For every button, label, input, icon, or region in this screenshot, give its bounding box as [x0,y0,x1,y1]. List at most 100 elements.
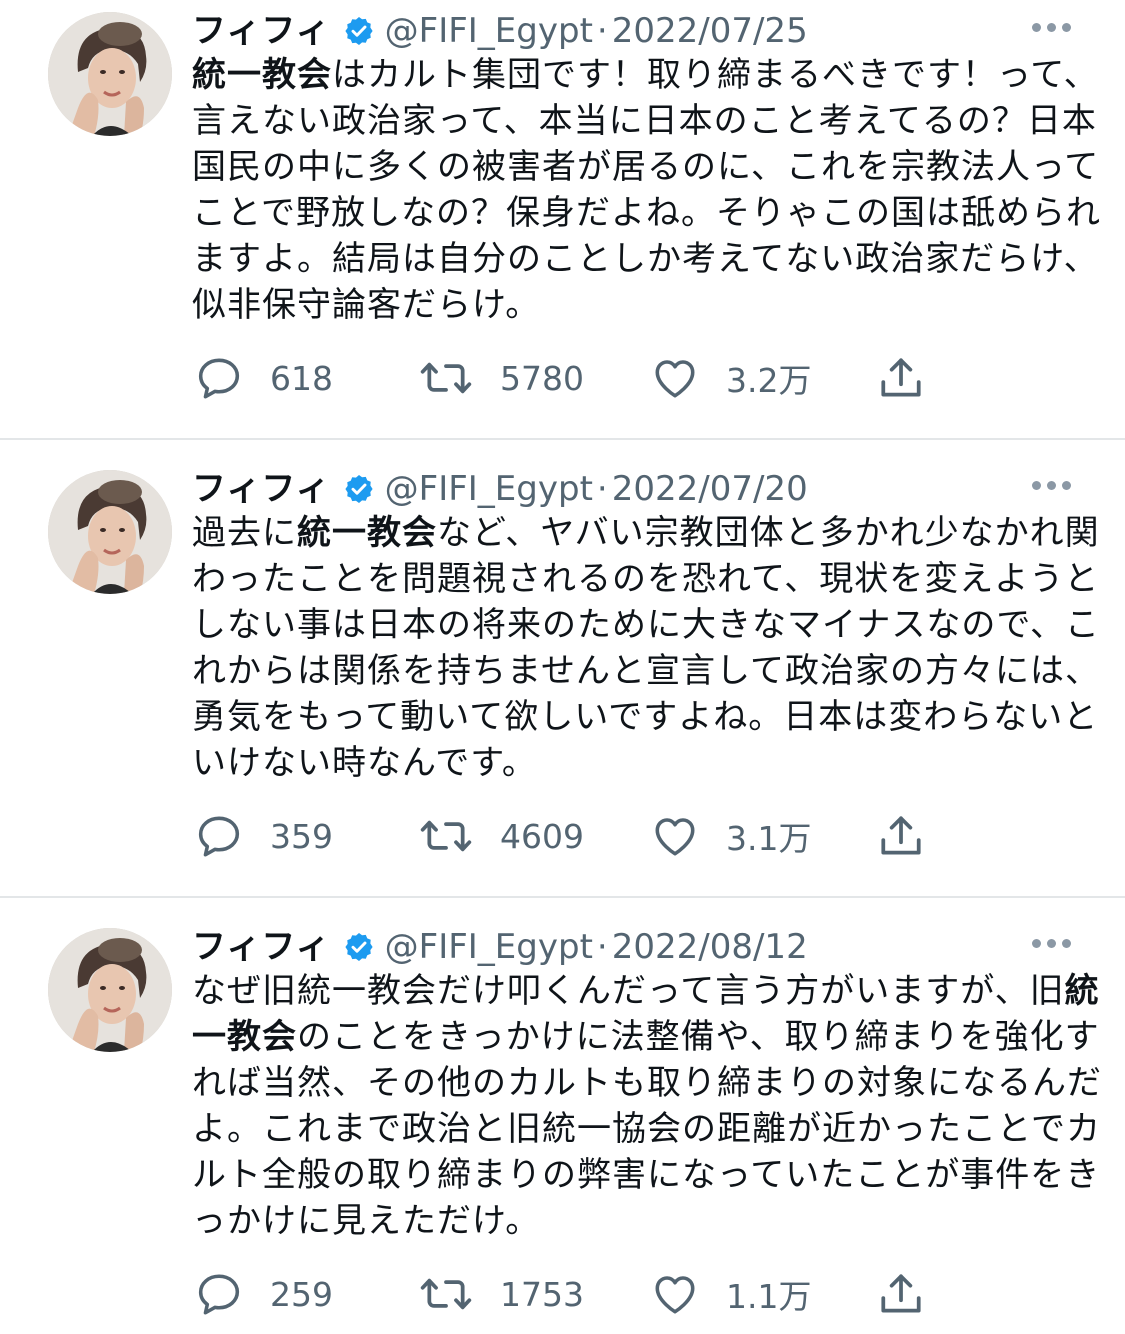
like-count: 3.2万 [726,361,812,400]
text-segment: なぜ旧統一教会だけ叩くんだって言う方がいますが、旧 [192,971,1065,1011]
tweet-divider [0,438,1125,440]
separator-dot: · [596,927,608,967]
tweet-text-line: 国民の中に多くの被害者が居るのに、これを宗教法人って [192,144,1098,190]
share-icon [876,353,926,403]
like-button[interactable]: 3.2万 [650,350,811,406]
like-icon [650,1269,700,1319]
tweet-text-line: よ。これまで政治と旧統一協会の距離が近かったことでカ [192,1106,1100,1152]
reply-count: 359 [270,816,333,856]
retweet-count: 1753 [500,1274,584,1314]
tweet-text-line: 言えない政治家って、本当に日本のこと考えてるの？日本 [192,98,1096,144]
tweet-text: 統一教会はカルト集団です！取り締まるべきです！って、 言えない政治家って、本当に日… [192,52,1100,328]
tweet-text-line: なぜ旧統一教会だけ叩くんだって言う方がいますが、旧統 [192,968,1099,1014]
like-icon [650,811,700,861]
tweet-date[interactable]: 2022/07/20 [612,466,808,512]
share-button[interactable] [876,1266,926,1322]
like-icon [650,353,700,403]
text-segment: 似非保守論客だらけ。 [192,285,541,325]
tweet[interactable]: フィフィ @FIFI_Egypt · 2022/08/12 なぜ旧統一教会だけ叩… [0,916,1125,1334]
reply-button[interactable]: 618 [194,350,333,406]
tweet-divider [0,896,1125,898]
avatar[interactable] [48,928,172,1052]
tweet-actions: 259 1753 1.1万 [192,1266,952,1322]
reply-icon [194,1269,244,1319]
share-button[interactable] [876,350,926,406]
tweet-text-line: いけない時なんです。 [192,740,1072,786]
retweet-button[interactable]: 1753 [418,1266,584,1322]
tweet-header: フィフィ @FIFI_Egypt · 2022/08/12 [192,924,808,970]
tweet-text-line: 統一教会はカルト集団です！取り締まるべきです！って、 [192,52,1098,98]
more-options-icon[interactable] [1032,939,1071,948]
text-segment: わったことを問題視されるのを恐れて、現状を変えようと [192,559,1100,599]
tweet-text-line: 似非保守論客だらけ。 [192,282,1072,328]
tweet-feed: フィフィ @FIFI_Egypt · 2022/07/25 統一教会はカルト集団… [0,0,1125,1334]
share-icon [876,1269,926,1319]
retweet-icon [418,811,474,861]
user-handle[interactable]: @FIFI_Egypt [385,924,593,970]
tweet[interactable]: フィフィ @FIFI_Egypt · 2022/07/25 統一教会はカルト集団… [0,0,1125,440]
tweet-text-line: れからは関係を持ちませんと宣言して政治家の方々には、 [192,648,1099,694]
tweet-actions: 618 5780 3.2万 [192,350,952,406]
like-button[interactable]: 1.1万 [650,1266,811,1322]
tweet-text-line: れば当然、その他のカルトも取り締まりの対象になるんだ [192,1060,1101,1106]
text-segment: 勇気をもって動いて欲しいですよね。日本は変わらないと [192,697,1099,737]
avatar[interactable] [48,12,172,136]
reply-icon [194,811,244,861]
tweet-text-line: ますよ。結局は自分のことしか考えてない政治家だらけ、 [192,236,1098,282]
like-button[interactable]: 3.1万 [650,808,811,864]
tweet-text-line: ことで野放しなの？保身だよね。そりゃこの国は舐められ [192,190,1100,236]
text-segment: 国民の中に多くの被害者が居るのに、これを宗教法人って [192,147,1100,187]
tweet-text-line: 勇気をもって動いて欲しいですよね。日本は変わらないと [192,694,1097,740]
reply-icon [194,353,244,403]
share-icon [876,811,926,861]
tweet-text-line: わったことを問題視されるのを恐れて、現状を変えようと [192,556,1098,602]
tweet-text-line: しない事は日本の将来のために大きなマイナスなので、こ [192,602,1099,648]
text-segment: 過去に [192,513,297,553]
text-segment: ますよ。結局は自分のことしか考えてない政治家だらけ、 [192,239,1099,279]
retweet-button[interactable]: 5780 [418,350,584,406]
share-button[interactable] [876,808,926,864]
display-name[interactable]: フィフィ [192,924,331,970]
separator-dot: · [596,469,608,509]
text-segment: っかけに見えただけ。 [192,1201,541,1241]
retweet-count: 5780 [500,358,584,398]
like-count: 1.1万 [726,1277,812,1316]
tweet-text: 過去に統一教会など、ヤバい宗教団体と多かれ少なかれ関 わったことを問題視されるのを… [192,510,1099,786]
tweet-text: なぜ旧統一教会だけ叩くんだって言う方がいますが、旧統 一教会のことをきっかけに法整… [192,968,1101,1244]
verified-badge-icon [343,15,375,47]
text-segment: いけない時なんです。 [192,743,537,783]
display-name[interactable]: フィフィ [192,8,331,54]
retweet-button[interactable]: 4609 [418,808,584,864]
tweet-text-line: 一教会のことをきっかけに法整備や、取り締まりを強化す [192,1014,1099,1060]
text-segment: はカルト集団です！取り締まるべきです！って、 [332,55,1099,95]
avatar[interactable] [48,470,172,594]
tweet-date[interactable]: 2022/08/12 [612,924,808,970]
verified-badge-icon [343,931,375,963]
text-segment: ルト全般の取り締まりの弊害になっていたことが事件をき [192,1155,1101,1195]
tweet-actions: 359 4609 3.1万 [192,808,952,864]
user-handle[interactable]: @FIFI_Egypt [385,8,593,54]
text-segment: のことをきっかけに法整備や、取り締まりを強化す [297,1017,1100,1057]
highlighted-term: 統 [1064,971,1100,1011]
text-segment: しない事は日本の将来のために大きなマイナスなので、こ [192,605,1100,645]
retweet-count: 4609 [500,816,584,856]
display-name[interactable]: フィフィ [192,466,331,512]
tweet-text-line: 過去に統一教会など、ヤバい宗教団体と多かれ少なかれ関 [192,510,1099,556]
retweet-icon [418,1269,474,1319]
more-options-icon[interactable] [1032,23,1071,32]
reply-button[interactable]: 359 [194,808,333,864]
text-segment: れば当然、その他のカルトも取り締まりの対象になるんだ [192,1063,1102,1103]
highlighted-term: 統一教会 [192,55,332,95]
tweet[interactable]: フィフィ @FIFI_Egypt · 2022/07/20 過去に統一教会など、… [0,458,1125,898]
text-segment: よ。これまで政治と旧統一協会の距離が近かったことでカ [192,1109,1101,1149]
reply-count: 259 [270,1274,333,1314]
text-segment: など、ヤバい宗教団体と多かれ少なかれ関 [437,513,1100,553]
text-segment: ことで野放しなの？保身だよね。そりゃこの国は舐められ [192,193,1101,233]
reply-count: 618 [270,358,333,398]
user-handle[interactable]: @FIFI_Egypt [385,466,593,512]
reply-button[interactable]: 259 [194,1266,333,1322]
more-options-icon[interactable] [1032,481,1071,490]
verified-badge-icon [343,473,375,505]
tweet-date[interactable]: 2022/07/25 [612,8,808,54]
tweet-text-line: っかけに見えただけ。 [192,1198,1072,1244]
